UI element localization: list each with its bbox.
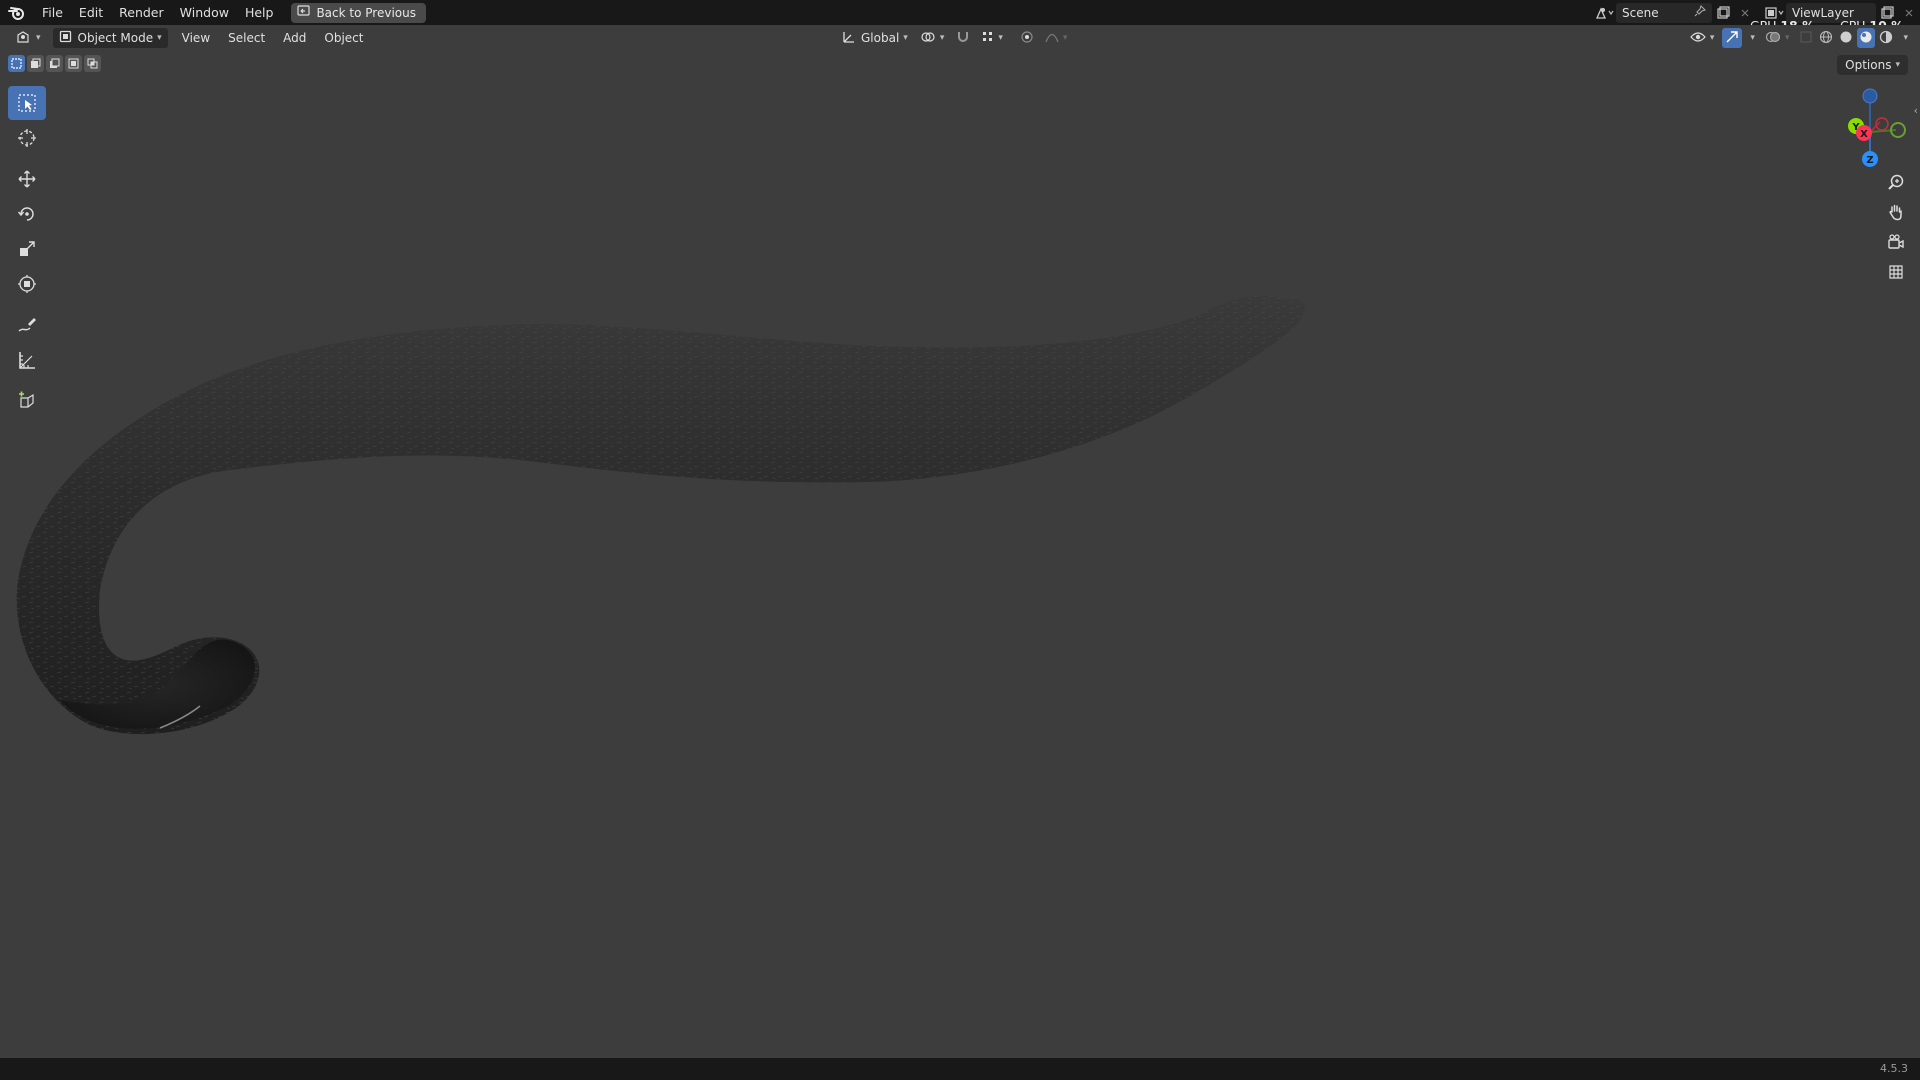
- proportional-icon: [1021, 30, 1033, 46]
- orientation-icon: [842, 30, 856, 47]
- chevron-down-icon: ▾: [157, 33, 162, 43]
- xray-icon: [1800, 30, 1813, 46]
- wireframe-sphere-icon: [1819, 30, 1833, 47]
- shading-wireframe-button[interactable]: [1817, 28, 1835, 48]
- gizmo-icon: [1725, 30, 1739, 47]
- magnet-icon: [956, 30, 970, 47]
- gizmo-x-label: X: [1860, 129, 1868, 140]
- chevron-down-icon: ▾: [939, 33, 945, 43]
- back-to-previous-button[interactable]: Back to Previous: [291, 2, 426, 23]
- chevron-down-icon: ▾: [903, 33, 908, 43]
- menu-add[interactable]: Add: [277, 28, 312, 48]
- scene-selector-icon[interactable]: [1594, 3, 1616, 23]
- snap-toggle[interactable]: [950, 28, 976, 48]
- shading-options-dropdown[interactable]: ▾: [1897, 28, 1910, 48]
- version-label: 4.5.3: [1880, 1062, 1908, 1075]
- 3d-viewport-icon: [16, 30, 32, 47]
- menu-view[interactable]: View: [176, 28, 216, 48]
- gizmo-dropdown[interactable]: ▾: [1744, 28, 1757, 48]
- chevron-down-icon: ▾: [1709, 33, 1715, 43]
- viewport-header: ▾ Object Mode ▾ View Select Add Object G…: [0, 25, 1920, 51]
- navigation-gizmo[interactable]: Y X Z: [1826, 84, 1916, 174]
- sculpted-tail-mesh: [16, 295, 1306, 735]
- 3d-viewport[interactable]: [0, 51, 1920, 1058]
- solid-sphere-icon: [1839, 30, 1853, 47]
- gizmo-z-label: Z: [1866, 155, 1873, 166]
- chevron-down-icon: ▾: [1895, 60, 1900, 70]
- select-box-tool-icon[interactable]: [8, 86, 46, 120]
- scene-name-field[interactable]: Scene: [1616, 2, 1712, 23]
- camera-view-icon[interactable]: [1882, 228, 1910, 256]
- top-bar: File Edit Render Window Help Back to Pre…: [0, 0, 1920, 25]
- chevron-down-icon: ▾: [1784, 33, 1790, 43]
- pivot-point-dropdown[interactable]: ▾: [914, 28, 951, 48]
- menu-render[interactable]: Render: [111, 0, 172, 25]
- back-to-previous-label: Back to Previous: [316, 5, 416, 20]
- snap-target-dropdown[interactable]: ▾: [976, 28, 1009, 48]
- gizmo-toggle[interactable]: [1722, 28, 1743, 48]
- shading-solid-button[interactable]: [1837, 28, 1855, 48]
- overlays-toggle[interactable]: ▾: [1759, 28, 1796, 48]
- falloff-dropdown[interactable]: ▾: [1039, 28, 1074, 48]
- scale-tool-icon[interactable]: [8, 232, 46, 266]
- pin-icon[interactable]: [1694, 4, 1707, 20]
- back-icon: [297, 5, 311, 20]
- menu-edit[interactable]: Edit: [71, 0, 111, 25]
- menu-help[interactable]: Help: [237, 0, 282, 25]
- options-label: Options: [1845, 58, 1892, 72]
- editor-type-button[interactable]: ▾: [10, 28, 47, 48]
- eye-icon: [1690, 31, 1706, 46]
- zoom-icon[interactable]: [1882, 168, 1910, 196]
- viewport-display-controls: ▾ ▾ ▾ ▾: [1684, 28, 1910, 48]
- object-visibility-dropdown[interactable]: ▾: [1684, 28, 1721, 48]
- snap-grid-icon: [982, 31, 994, 46]
- transform-orientation-dropdown[interactable]: Global ▾: [836, 28, 914, 48]
- menu-window[interactable]: Window: [172, 0, 237, 25]
- shading-rendered-button[interactable]: [1877, 28, 1895, 48]
- material-sphere-icon: [1859, 30, 1873, 47]
- options-dropdown[interactable]: Options ▾: [1837, 55, 1908, 75]
- menu-select[interactable]: Select: [222, 28, 271, 48]
- new-scene-icon[interactable]: [1712, 3, 1734, 23]
- proportional-editing-toggle[interactable]: [1015, 28, 1039, 48]
- object-mode-dropdown[interactable]: Object Mode ▾: [52, 28, 168, 48]
- chevron-down-icon: ▾: [1750, 33, 1755, 43]
- rendered-sphere-icon: [1879, 30, 1893, 47]
- orthographic-grid-icon[interactable]: [1882, 258, 1910, 286]
- chevron-down-icon: ▾: [998, 33, 1003, 43]
- scene-name-value: Scene: [1622, 5, 1659, 20]
- tool-shelf: [8, 86, 46, 419]
- gizmo-neg-z-handle[interactable]: [1862, 88, 1878, 104]
- orientation-label: Global: [861, 31, 900, 45]
- xray-toggle[interactable]: [1797, 28, 1815, 48]
- object-mode-label: Object Mode: [77, 31, 154, 45]
- chevron-down-icon: ▾: [36, 33, 41, 43]
- rotate-tool-icon[interactable]: [8, 197, 46, 231]
- blender-logo-icon[interactable]: [0, 0, 34, 25]
- transform-tool-icon[interactable]: [8, 267, 46, 301]
- cursor-tool-icon[interactable]: [8, 121, 46, 155]
- chevron-down-icon: ▾: [1062, 33, 1068, 43]
- annotate-tool-icon[interactable]: [8, 308, 46, 342]
- pan-hand-icon[interactable]: [1882, 198, 1910, 226]
- move-tool-icon[interactable]: [8, 162, 46, 196]
- measure-tool-icon[interactable]: [8, 343, 46, 377]
- pivot-icon: [920, 30, 936, 47]
- menu-object[interactable]: Object: [318, 28, 369, 48]
- status-bar: 4.5.3: [0, 1058, 1920, 1080]
- add-cube-tool-icon[interactable]: [8, 384, 46, 418]
- menu-file[interactable]: File: [34, 0, 71, 25]
- chevron-down-icon: ▾: [1903, 33, 1908, 43]
- transform-controls: Global ▾ ▾ ▾ ▾: [836, 28, 1073, 48]
- overlays-icon: [1765, 30, 1781, 47]
- shading-material-button[interactable]: [1857, 28, 1876, 48]
- falloff-curve-icon: [1045, 31, 1059, 46]
- object-mode-icon: [59, 30, 72, 46]
